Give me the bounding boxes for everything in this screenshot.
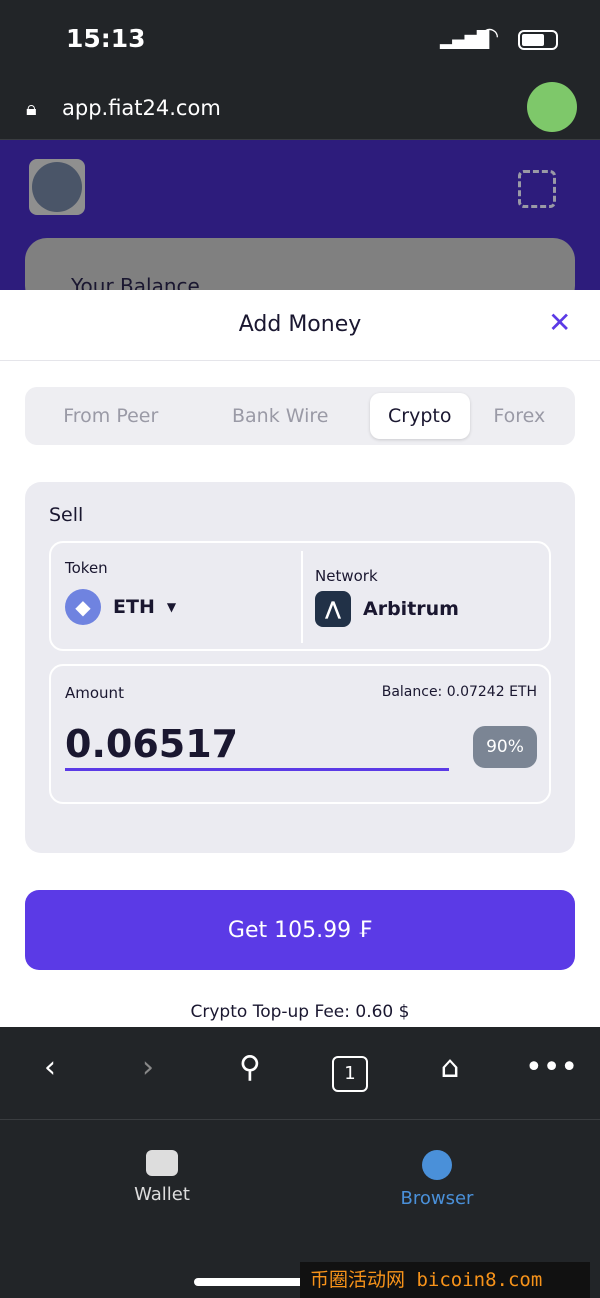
battery-icon xyxy=(518,30,558,50)
amount-label: Amount xyxy=(65,684,124,702)
fee-label: Crypto Top-up Fee: xyxy=(190,1002,350,1022)
nav-wallet[interactable]: Wallet xyxy=(102,1150,222,1205)
caret-down-icon: ▼ xyxy=(166,600,177,614)
amount-input[interactable]: 0.06517 xyxy=(65,722,449,771)
balance-text: Balance: 0.07242 ETH xyxy=(381,684,537,700)
nav-browser-label: Browser xyxy=(400,1188,474,1209)
tabs-button[interactable]: 1 xyxy=(332,1056,368,1092)
back-icon[interactable]: ‹ xyxy=(25,1050,75,1085)
divider xyxy=(301,551,303,643)
more-icon[interactable]: ••• xyxy=(525,1050,578,1085)
network-label: Network xyxy=(315,567,378,585)
tab-bar: From Peer Bank Wire Crypto Forex xyxy=(25,387,575,445)
eth-icon: ◆ xyxy=(65,589,101,625)
sell-label: Sell xyxy=(49,504,84,526)
sell-panel: Sell Token ◆ ETH ▼ Network ⋀ Arbitrum Am… xyxy=(25,482,575,853)
token-network-box: Token ◆ ETH ▼ Network ⋀ Arbitrum xyxy=(49,541,551,651)
fee-text: Crypto Top-up Fee: 0.60 $ xyxy=(0,1002,600,1022)
tab-crypto[interactable]: Crypto xyxy=(370,393,470,439)
fee-value: 0.60 $ xyxy=(355,1002,410,1022)
lock-icon: 🔒︎ xyxy=(26,96,37,120)
sheet-title: Add Money xyxy=(238,312,362,337)
wifi-icon: ◠ xyxy=(480,24,500,49)
url-text: app.fiat24.com xyxy=(62,96,221,120)
divider xyxy=(0,360,600,361)
tab-forex[interactable]: Forex xyxy=(470,393,570,439)
get-button[interactable]: Get 105.99 ₣ xyxy=(25,890,575,970)
home-icon[interactable]: ⌂ xyxy=(425,1050,475,1085)
arbitrum-icon: ⋀ xyxy=(315,591,351,627)
account-avatar[interactable] xyxy=(527,82,577,132)
forward-icon[interactable]: › xyxy=(123,1050,173,1085)
close-icon[interactable]: ✕ xyxy=(548,306,571,339)
percent-chip[interactable]: 90% xyxy=(473,726,537,768)
network-value: Arbitrum xyxy=(363,598,459,620)
nav-wallet-label: Wallet xyxy=(134,1184,190,1205)
tab-bank-wire[interactable]: Bank Wire xyxy=(191,393,371,439)
watermark: 币圈活动网 bicoin8.com xyxy=(300,1262,590,1298)
address-bar[interactable]: 🔒︎ app.fiat24.com xyxy=(0,80,600,140)
network-value-row: ⋀ Arbitrum xyxy=(315,591,459,627)
status-time: 15:13 xyxy=(66,24,146,53)
status-bar: 15:13 ▂▄▆█ ◠ xyxy=(0,0,600,80)
compass-icon xyxy=(422,1150,452,1180)
nav-browser[interactable]: Browser xyxy=(377,1150,497,1209)
amount-box: Amount Balance: 0.07242 ETH 0.06517 90% xyxy=(49,664,551,804)
token-label: Token xyxy=(65,559,108,577)
tab-from-peer[interactable]: From Peer xyxy=(31,393,191,439)
token-value: ETH xyxy=(113,596,155,618)
profile-avatar[interactable] xyxy=(29,159,85,215)
wallet-icon xyxy=(146,1150,178,1176)
search-icon[interactable]: ⚲ xyxy=(225,1050,275,1085)
token-select[interactable]: ◆ ETH ▼ xyxy=(65,589,176,625)
browser-toolbar xyxy=(0,1027,600,1120)
scan-icon[interactable] xyxy=(518,170,556,208)
